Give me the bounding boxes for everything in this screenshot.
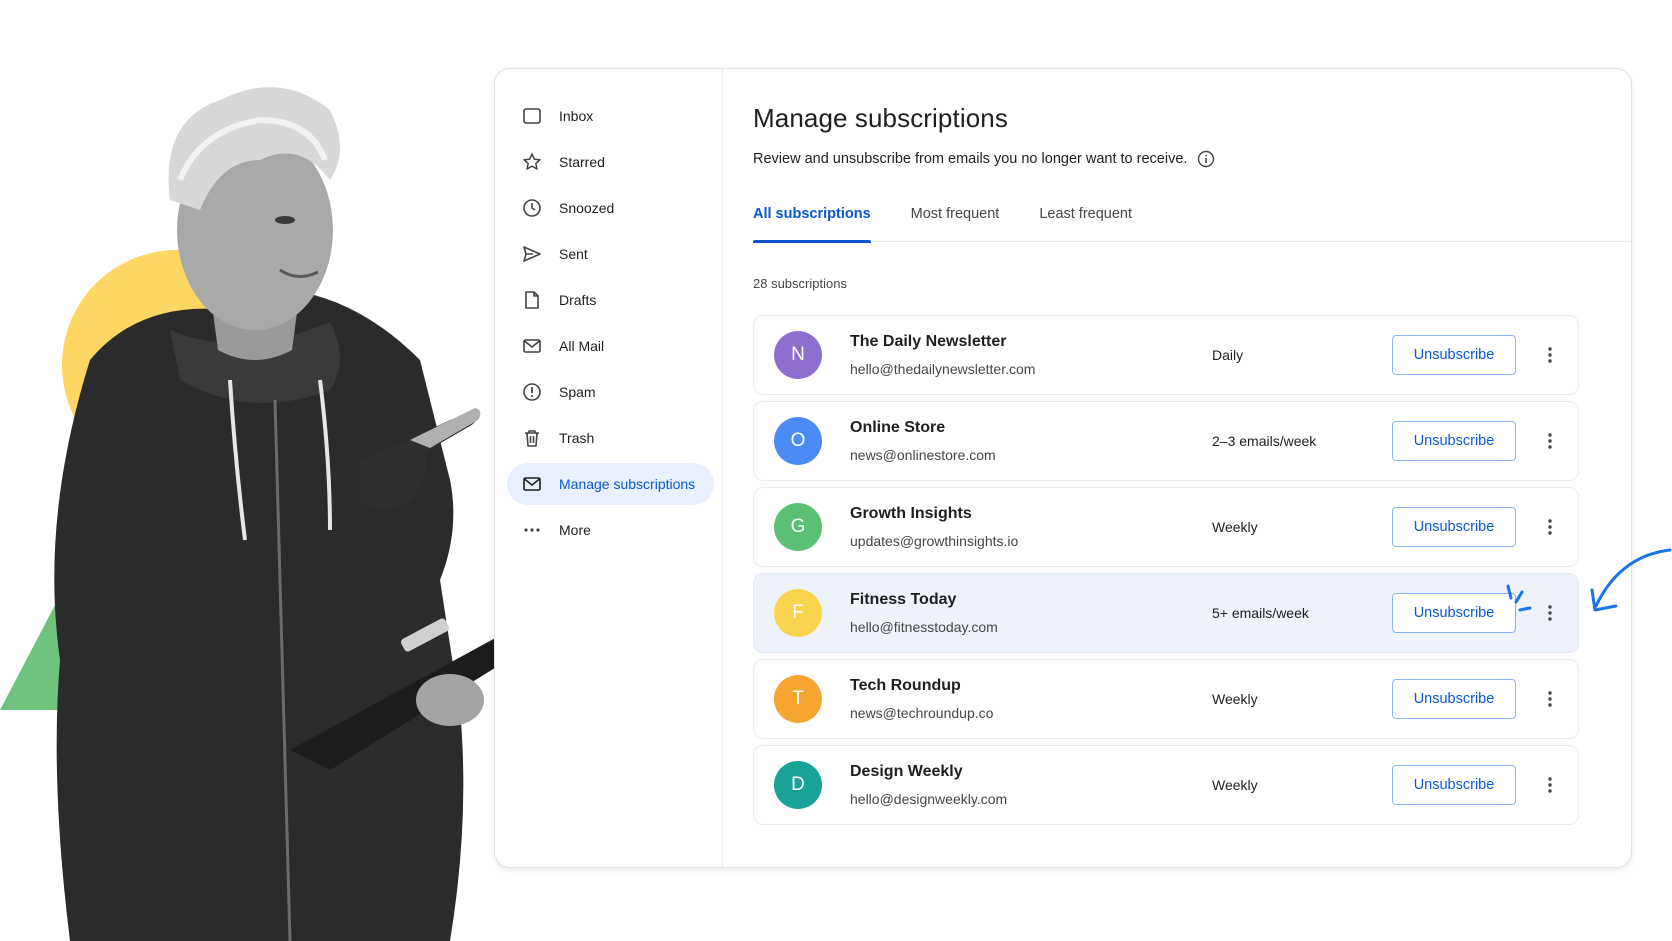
subscription-row: T Tech Roundup news@techroundup.co Weekl… <box>753 659 1579 739</box>
more-vertical-icon[interactable] <box>1540 339 1560 371</box>
clock-icon <box>521 197 543 219</box>
subscription-row: G Growth Insights updates@growthinsights… <box>753 487 1579 567</box>
sidebar-item-manage-subscriptions[interactable]: Manage subscriptions <box>507 463 714 505</box>
trash-icon <box>521 427 543 449</box>
sidebar-item-drafts[interactable]: Drafts <box>507 279 714 321</box>
frequency-label: Weekly <box>1212 691 1258 707</box>
subscription-row: N The Daily Newsletter hello@thedailynew… <box>753 315 1579 395</box>
annotation-arrow-icon <box>1506 548 1672 612</box>
unsubscribe-button[interactable]: Unsubscribe <box>1392 593 1516 633</box>
frequency-label: Daily <box>1212 347 1244 363</box>
sidebar-item-label: Drafts <box>559 292 597 308</box>
frequency-label: 5+ emails/week <box>1212 605 1309 621</box>
sender-name: Fitness Today <box>850 591 957 608</box>
unsubscribe-button[interactable]: Unsubscribe <box>1392 507 1516 547</box>
subscription-info: Growth Insights updates@growthinsights.i… <box>850 505 1212 549</box>
sender-name: The Daily Newsletter <box>850 333 1007 350</box>
avatar: T <box>774 675 822 723</box>
subscription-info: Fitness Today hello@fitnesstoday.com <box>850 591 1212 635</box>
avatar: G <box>774 503 822 551</box>
sidebar-item-all-mail[interactable]: All Mail <box>507 325 714 367</box>
sidebar-item-label: Starred <box>559 154 605 170</box>
subscription-count: 28 subscriptions <box>753 276 847 291</box>
app-window: Inbox Starred Snoozed Sent Drafts All Ma… <box>494 68 1632 868</box>
unsubscribe-button[interactable]: Unsubscribe <box>1392 765 1516 805</box>
page-title: Manage subscriptions <box>753 103 1008 133</box>
sender-email: updates@growthinsights.io <box>850 533 1019 549</box>
avatar: D <box>774 761 822 809</box>
more-vertical-icon[interactable] <box>1540 769 1560 801</box>
page-subtitle-text: Review and unsubscribe from emails you n… <box>753 151 1188 167</box>
sidebar-item-label: More <box>559 522 591 538</box>
tab-all-subscriptions[interactable]: All subscriptions <box>753 206 871 243</box>
subscription-info: The Daily Newsletter hello@thedailynewsl… <box>850 333 1212 377</box>
avatar: F <box>774 589 822 637</box>
more-vertical-icon[interactable] <box>1540 683 1560 715</box>
spam-icon <box>521 381 543 403</box>
sender-email: hello@thedailynewsletter.com <box>850 361 1036 377</box>
avatar: N <box>774 331 822 379</box>
tab-most-frequent[interactable]: Most frequent <box>911 206 1000 242</box>
subscription-row: F Fitness Today hello@fitnesstoday.com 5… <box>753 573 1579 653</box>
tab-bar: All subscriptions Most frequent Least fr… <box>753 206 1631 243</box>
subscription-row: O Online Store news@onlinestore.com 2–3 … <box>753 401 1579 481</box>
sidebar-item-spam[interactable]: Spam <box>507 371 714 413</box>
info-icon[interactable] <box>1197 150 1215 168</box>
more-horizontal-icon <box>521 519 543 541</box>
sender-email: hello@fitnesstoday.com <box>850 619 998 635</box>
sender-email: news@techroundup.co <box>850 705 994 721</box>
page-subtitle: Review and unsubscribe from emails you n… <box>753 150 1631 168</box>
frequency-label: 2–3 emails/week <box>1212 433 1317 449</box>
sidebar-item-snoozed[interactable]: Snoozed <box>507 187 714 229</box>
subscription-info: Design Weekly hello@designweekly.com <box>850 763 1212 807</box>
subscription-info: Online Store news@onlinestore.com <box>850 419 1212 463</box>
inbox-icon <box>521 105 543 127</box>
unsubscribe-button[interactable]: Unsubscribe <box>1392 421 1516 461</box>
avatar: O <box>774 417 822 465</box>
sidebar-item-sent[interactable]: Sent <box>507 233 714 275</box>
draft-icon <box>521 289 543 311</box>
sender-name: Online Store <box>850 419 946 436</box>
sender-email: news@onlinestore.com <box>850 447 996 463</box>
subscription-info: Tech Roundup news@techroundup.co <box>850 677 1212 721</box>
sidebar-item-label: Spam <box>559 384 596 400</box>
sidebar: Inbox Starred Snoozed Sent Drafts All Ma… <box>495 69 723 867</box>
sidebar-item-starred[interactable]: Starred <box>507 141 714 183</box>
unsubscribe-button[interactable]: Unsubscribe <box>1392 335 1516 375</box>
sidebar-item-label: Manage subscriptions <box>559 476 696 492</box>
sidebar-item-label: Inbox <box>559 108 594 124</box>
sidebar-item-label: Snoozed <box>559 200 615 216</box>
sender-name: Growth Insights <box>850 505 972 522</box>
sidebar-item-inbox[interactable]: Inbox <box>507 95 714 137</box>
more-vertical-icon[interactable] <box>1540 425 1560 457</box>
sidebar-item-trash[interactable]: Trash <box>507 417 714 459</box>
frequency-label: Weekly <box>1212 777 1258 793</box>
unsubscribe-button[interactable]: Unsubscribe <box>1392 679 1516 719</box>
tab-least-frequent[interactable]: Least frequent <box>1039 206 1132 242</box>
subscription-row: D Design Weekly hello@designweekly.com W… <box>753 745 1579 825</box>
star-icon <box>521 151 543 173</box>
sidebar-item-more[interactable]: More <box>507 509 714 551</box>
mail-icon <box>521 335 543 357</box>
sidebar-item-label: Trash <box>559 430 595 446</box>
sidebar-item-label: Sent <box>559 246 588 262</box>
mail-icon <box>521 473 543 495</box>
frequency-label: Weekly <box>1212 519 1258 535</box>
sender-name: Design Weekly <box>850 763 963 780</box>
main-content: Manage subscriptions Review and unsubscr… <box>723 69 1631 867</box>
more-vertical-icon[interactable] <box>1540 511 1560 543</box>
sender-email: hello@designweekly.com <box>850 791 1008 807</box>
sender-name: Tech Roundup <box>850 677 961 694</box>
sidebar-item-label: All Mail <box>559 338 605 354</box>
send-icon <box>521 243 543 265</box>
subscription-list: N The Daily Newsletter hello@thedailynew… <box>753 315 1579 825</box>
